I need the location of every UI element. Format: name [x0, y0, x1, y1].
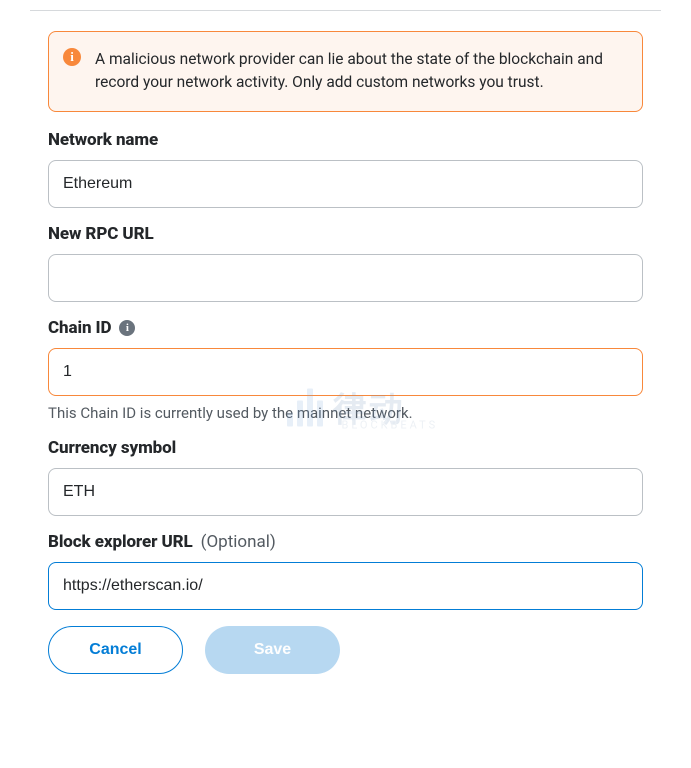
network-form: i A malicious network provider can lie a… — [0, 31, 691, 674]
rpc-url-label: New RPC URL — [48, 224, 154, 244]
currency-symbol-label: Currency symbol — [48, 438, 176, 458]
block-explorer-optional: (Optional) — [201, 532, 276, 552]
cancel-button[interactable]: Cancel — [48, 626, 183, 674]
network-name-input[interactable] — [48, 160, 643, 208]
block-explorer-group: Block explorer URL (Optional) — [48, 532, 643, 610]
block-explorer-input[interactable] — [48, 562, 643, 610]
network-name-label: Network name — [48, 130, 158, 150]
rpc-url-group: New RPC URL — [48, 224, 643, 302]
chain-id-group: Chain ID i This Chain ID is currently us… — [48, 318, 643, 422]
warning-alert-text: A malicious network provider can lie abo… — [95, 48, 624, 95]
info-icon[interactable]: i — [119, 320, 135, 336]
section-divider — [30, 10, 661, 11]
chain-id-label: Chain ID — [48, 318, 111, 338]
form-actions: Cancel Save — [48, 626, 643, 674]
network-name-group: Network name — [48, 130, 643, 208]
info-icon: i — [63, 48, 81, 66]
currency-symbol-group: Currency symbol — [48, 438, 643, 516]
block-explorer-label: Block explorer URL — [48, 532, 193, 552]
save-button[interactable]: Save — [205, 626, 340, 674]
warning-alert: i A malicious network provider can lie a… — [48, 31, 643, 112]
chain-id-input[interactable] — [48, 348, 643, 396]
chain-id-error-text: This Chain ID is currently used by the m… — [48, 404, 643, 422]
currency-symbol-input[interactable] — [48, 468, 643, 516]
rpc-url-input[interactable] — [48, 254, 643, 302]
